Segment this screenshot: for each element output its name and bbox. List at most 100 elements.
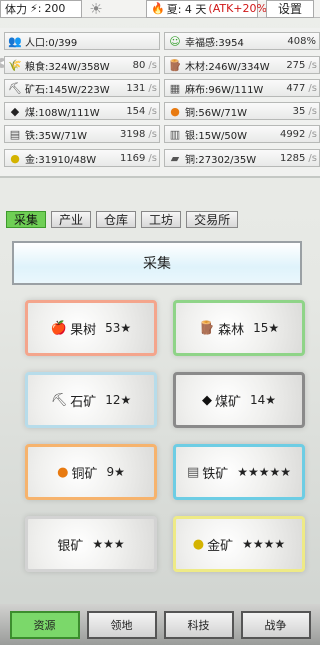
- iron-rate: 3198: [119, 128, 146, 140]
- stone-mine-level: 12★: [105, 393, 132, 407]
- wood-unit: /s: [308, 59, 317, 71]
- wood-cell: 🪵 木材:246W/334W 275 /s: [164, 56, 320, 74]
- tab-workshop[interactable]: 工坊: [141, 211, 182, 228]
- stone-rate: 131: [126, 82, 146, 94]
- silver-mine-name: 银矿: [57, 538, 84, 554]
- flax-unit: /s: [308, 82, 317, 94]
- forest-card[interactable]: 🪵 森林 15★: [173, 300, 305, 356]
- copper-mine-card[interactable]: ● 铜矿 9★: [25, 444, 157, 500]
- coal-icon: ◆: [10, 104, 20, 118]
- nav-technology[interactable]: 科技: [163, 610, 234, 639]
- copper-mine-name: 铜矿: [71, 466, 98, 482]
- stamina-value: 200: [44, 2, 66, 15]
- copper-mine-level: 9★: [106, 465, 125, 479]
- fire-icon: 🔥: [151, 2, 165, 15]
- food-label: 粮食:324W/358W: [25, 61, 110, 73]
- tab-warehouse[interactable]: 仓库: [96, 211, 137, 228]
- stone-mine-name: 石矿: [70, 394, 97, 410]
- gold-unit: /s: [148, 152, 157, 164]
- copper-label: 铜:56W/71W: [185, 107, 247, 119]
- season-display: 🔥 夏: 4 天 (ATK+20%): [146, 0, 271, 18]
- cloth-icon: ▦: [169, 81, 181, 95]
- coal-mine-level: 14★: [249, 393, 277, 407]
- food-cell: 🌾 粮食:324W/358W 80 /s: [4, 56, 160, 74]
- people-icon: 👥: [8, 34, 22, 48]
- fruit-tree-icon: 🍎: [50, 320, 68, 336]
- happiness-rate: 408%: [287, 35, 316, 47]
- gold-label: 金:31910/48W: [25, 154, 97, 166]
- gold-icon: ●: [10, 151, 20, 165]
- top-bar: 体力 ⚡: 200 ☀ 🔥 夏: 4 天 (ATK+20%) 设置: [0, 0, 320, 18]
- wood-rate: 275: [286, 59, 306, 71]
- iron-cell: ▤ 铁:35W/71W 3198 /s: [4, 125, 160, 143]
- silver-icon: ▥: [169, 127, 181, 141]
- copper-rate: 35: [292, 105, 306, 117]
- coal-mine-name: 煤矿: [214, 394, 241, 410]
- fruit-tree-name: 果树: [70, 322, 97, 338]
- section-header: 采集: [12, 241, 302, 285]
- happiness-cell: ☺ 幸福感:3954 408%: [164, 32, 320, 50]
- silver-cell: ▥ 银:15W/50W 4992 /s: [164, 125, 320, 143]
- stamina-label: 体力: [5, 2, 27, 16]
- wood-label: 木材:246W/334W: [185, 61, 270, 73]
- gold-mine-name: 金矿: [207, 538, 234, 554]
- forest-name: 森林: [218, 322, 245, 338]
- stone-unit: /s: [148, 82, 157, 94]
- forest-level: 15★: [253, 321, 280, 335]
- smile-icon: ☺: [169, 34, 181, 48]
- iron-mine-icon: ▤: [186, 464, 200, 480]
- tab-industry[interactable]: 产业: [51, 211, 92, 228]
- nav-resources[interactable]: 资源: [9, 610, 80, 639]
- gather-grid: 🍎 果树 53★ 🪵 森林 15★ ⛏ 石矿 12★ ◆ 煤矿 14★ ● 铜矿…: [0, 290, 320, 590]
- main-tabs: 采集 产业 仓库 工坊 交易所: [6, 211, 239, 228]
- coal-unit: /s: [148, 105, 157, 117]
- coal-mine-icon: ◆: [201, 392, 212, 408]
- nav-war[interactable]: 战争: [240, 610, 311, 639]
- stone-mine-card[interactable]: ⛏ 石矿 12★: [25, 372, 157, 428]
- food-rate: 80: [132, 59, 146, 71]
- silver-mine-level: ★★★: [92, 537, 125, 551]
- iron-mine-name: 铁矿: [202, 466, 229, 482]
- lightning-icon: ⚡:: [30, 2, 42, 15]
- copper2-cell: ▰ 铜:27302/35W 1285 /s: [164, 149, 320, 167]
- flax-cell: ▦ 麻布:96W/111W 477 /s: [164, 79, 320, 97]
- stamina-display: 体力 ⚡: 200: [0, 0, 82, 18]
- gold-mine-icon: ●: [192, 536, 205, 552]
- iron-mine-level: ★★★★★: [237, 465, 292, 479]
- season-text: 夏: 4 天: [166, 2, 207, 16]
- nav-territory[interactable]: 领地: [86, 610, 157, 639]
- population-label: 人口:0/399: [25, 37, 78, 49]
- gold-mine-level: ★★★★: [242, 537, 286, 551]
- silver-label: 银:15W/50W: [185, 130, 247, 142]
- iron-label: 铁:35W/71W: [25, 130, 87, 142]
- gold-mine-card[interactable]: ● 金矿 ★★★★: [173, 516, 305, 572]
- stone-label: 矿石:145W/223W: [25, 84, 110, 96]
- copper-mine-icon: ●: [57, 464, 69, 480]
- copper-cell: ● 铜:56W/71W 35 /s: [164, 102, 320, 120]
- coal-mine-card[interactable]: ◆ 煤矿 14★: [173, 372, 305, 428]
- settings-button[interactable]: 设置: [266, 0, 314, 18]
- sun-icon: ☀: [89, 0, 103, 18]
- tab-exchange[interactable]: 交易所: [186, 211, 239, 228]
- forest-icon: 🪵: [198, 320, 216, 336]
- wheat-icon: 🌾: [8, 58, 22, 72]
- copper-icon: ●: [170, 104, 180, 118]
- population-cell: 👥 人口:0/399: [4, 32, 160, 50]
- flax-label: 麻布:96W/111W: [185, 84, 264, 96]
- fruit-tree-card[interactable]: 🍎 果树 53★: [25, 300, 157, 356]
- stone-cell: ⛏ 矿石:145W/223W 131 /s: [4, 79, 160, 97]
- food-unit: /s: [148, 59, 157, 71]
- gold-cell: ● 金:31910/48W 1169 /s: [4, 149, 160, 167]
- silver-mine-card[interactable]: 银矿 ★★★: [25, 516, 157, 572]
- stone-icon: ⛏: [8, 81, 22, 95]
- iron-mine-card[interactable]: ▤ 铁矿 ★★★★★: [173, 444, 305, 500]
- iron-icon: ▤: [9, 127, 21, 141]
- tab-gather[interactable]: 采集: [6, 211, 47, 228]
- fruit-tree-level: 53★: [105, 321, 132, 335]
- stone-mine-icon: ⛏: [50, 392, 68, 408]
- copper-unit: /s: [308, 105, 317, 117]
- copper2-unit: /s: [308, 152, 317, 164]
- happiness-label: 幸福感:3954: [185, 37, 244, 49]
- coal-label: 煤:108W/111W: [25, 107, 100, 119]
- silver-unit: /s: [308, 128, 317, 140]
